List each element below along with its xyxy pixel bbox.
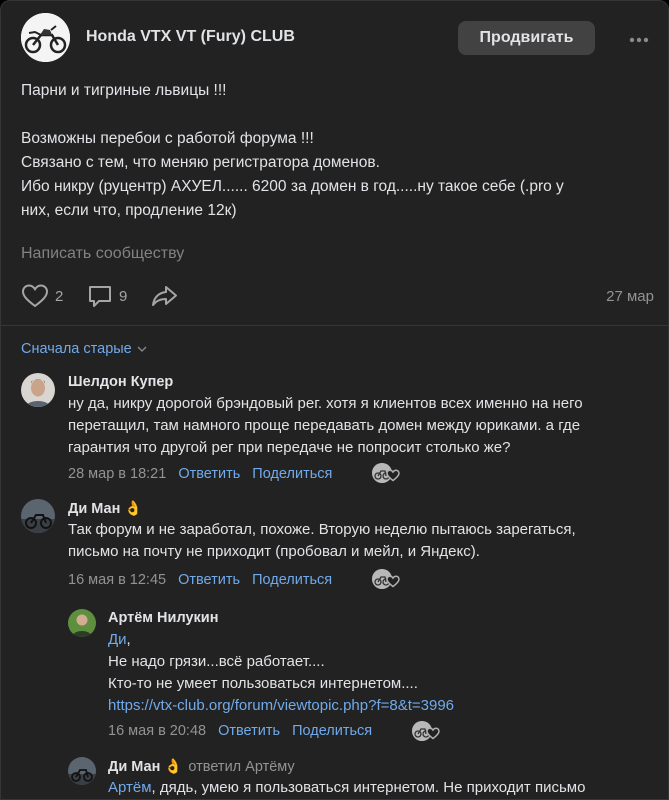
forum-link[interactable]: https://vtx-club.org/forum/viewtopic.php…: [108, 695, 653, 717]
reply-button[interactable]: Ответить: [218, 723, 280, 739]
comment-line: перетащил, там намного проще передавать …: [68, 417, 581, 434]
comment-line: , дядь, умею я пользоваться интернетом. …: [151, 779, 586, 796]
comment-button[interactable]: 9: [87, 283, 127, 309]
comment-meta: 16 мая в 12:45 Ответить Поделиться: [68, 572, 332, 588]
comment-line: гарантия что другой рег при передаче не …: [68, 439, 511, 456]
author-name: Шелдон Купер: [68, 374, 174, 390]
post-line: Связано с тем, что меняю регистратора до…: [21, 154, 380, 171]
comment-time[interactable]: 16 мая в 12:45: [68, 572, 166, 588]
share-icon: [152, 286, 177, 306]
author-name: Артём Нилукин: [108, 610, 219, 626]
share-link[interactable]: Поделиться: [252, 572, 332, 588]
motorcycle-avatar-icon: [21, 499, 55, 533]
comment-time[interactable]: 28 мар в 18:21: [68, 466, 166, 482]
heart-icon: [386, 575, 400, 588]
comment: Шелдон Купер ну да, никру дорогой брэндо…: [21, 373, 651, 483]
write-to-community-input[interactable]: Написать сообществу: [21, 245, 184, 263]
comment-meta: 28 мар в 18:21 Ответить Поделиться: [68, 466, 332, 482]
comment-author[interactable]: Ди Ман 👌: [68, 500, 142, 517]
reply-button[interactable]: Ответить: [178, 572, 240, 588]
comment-line: Кто-то не умеет пользоваться интернетом.…: [108, 675, 418, 692]
comment-like-button[interactable]: [372, 463, 402, 485]
sort-label: Сначала старые: [21, 341, 132, 357]
post-line: Возможны перебои с работой форума !!!: [21, 130, 314, 147]
mention-suffix: ,: [126, 631, 131, 648]
author-name: Ди Ман: [108, 759, 161, 775]
comment-count: 9: [119, 287, 128, 305]
author-name: Ди Ман: [68, 501, 121, 517]
comment-meta: 16 мая в 20:48 Ответить Поделиться: [108, 723, 372, 739]
post-card: Honda VTX VT (Fury) CLUB Продвигать Парн…: [0, 0, 669, 800]
comment-reply: Ди Ман 👌 ответил Артёму Артём, дядь, умею …: [68, 757, 658, 799]
heart-icon: [21, 284, 49, 308]
replied-to-label[interactable]: ответил Артёму: [188, 759, 294, 775]
avatar[interactable]: [21, 373, 55, 407]
ok-hand-emoji: 👌: [124, 501, 143, 517]
motorcycle-avatar-icon: [68, 757, 96, 785]
comment-text: Артём, дядь, умею я пользоваться интерне…: [108, 777, 653, 799]
divider: [1, 325, 668, 326]
person-avatar-icon: [68, 609, 96, 637]
post-line: Ибо никру (руцентр) АХУЕЛ...... 6200 за …: [21, 178, 564, 195]
like-count: 2: [55, 287, 64, 305]
avatar[interactable]: [21, 499, 55, 533]
post-header: Honda VTX VT (Fury) CLUB Продвигать: [21, 13, 652, 63]
post-date: 27 мар: [606, 288, 654, 305]
person-avatar-icon: [21, 373, 55, 407]
post-line: [21, 103, 651, 127]
avatar[interactable]: [68, 757, 96, 785]
comment-author[interactable]: Ди Ман 👌 ответил Артёму: [108, 758, 295, 775]
comment-line: Не надо грязи...всё работает....: [108, 653, 325, 670]
ok-hand-emoji: 👌: [164, 759, 183, 775]
comment-author[interactable]: Шелдон Купер: [68, 374, 173, 390]
community-name[interactable]: Honda VTX VT (Fury) CLUB: [86, 28, 295, 46]
share-link[interactable]: Поделиться: [252, 466, 332, 482]
share-link[interactable]: Поделиться: [292, 723, 372, 739]
post-text: Парни и тигриные львицы !!! Возможны пер…: [21, 79, 651, 223]
share-button[interactable]: [150, 283, 178, 309]
like-button[interactable]: 2: [21, 283, 63, 309]
more-options-icon[interactable]: [629, 37, 649, 43]
heart-icon: [426, 727, 440, 740]
promote-button[interactable]: Продвигать: [458, 21, 595, 55]
comment-reply: Артём Нилукин Ди, Не надо грязи...всё ра…: [68, 609, 658, 744]
comment-time[interactable]: 16 мая в 20:48: [108, 723, 206, 739]
sort-dropdown[interactable]: Сначала старые: [21, 341, 148, 357]
comment-line: Ди,: [108, 629, 653, 651]
post-line: них, если что, продление 12к): [21, 202, 237, 219]
comment-like-button[interactable]: [372, 569, 402, 591]
post-line: Парни и тигриные львицы !!!: [21, 82, 227, 99]
avatar[interactable]: [68, 609, 96, 637]
comment-line: Так форум и не заработал, похоже. Вторую…: [68, 521, 576, 538]
heart-icon: [386, 469, 400, 482]
comment-line: ну да, никру дорогой брэндовый рег. хотя…: [68, 395, 583, 412]
comment-line: письмо на почту не приходит (пробовал и …: [68, 543, 480, 560]
community-avatar[interactable]: [21, 13, 70, 62]
motorcycle-icon: [21, 13, 70, 62]
comment-text: Ди, Не надо грязи...всё работает.... Кто…: [108, 629, 653, 717]
comment-author[interactable]: Артём Нилукин: [108, 610, 218, 626]
comment-text: ну да, никру дорогой брэндовый рег. хотя…: [68, 393, 643, 459]
comment: Ди Ман 👌 Так форум и не заработал, похоже…: [21, 499, 651, 595]
reply-button[interactable]: Ответить: [178, 466, 240, 482]
comment-like-button[interactable]: [412, 721, 442, 743]
comment-icon: [89, 286, 111, 307]
comment-text: Так форум и не заработал, похоже. Вторую…: [68, 519, 643, 563]
mention-link[interactable]: Ди: [108, 631, 127, 648]
mention-link[interactable]: Артём: [108, 779, 152, 796]
post-actions: 2 9 27 мар: [21, 283, 656, 311]
chevron-down-icon: [137, 346, 147, 353]
